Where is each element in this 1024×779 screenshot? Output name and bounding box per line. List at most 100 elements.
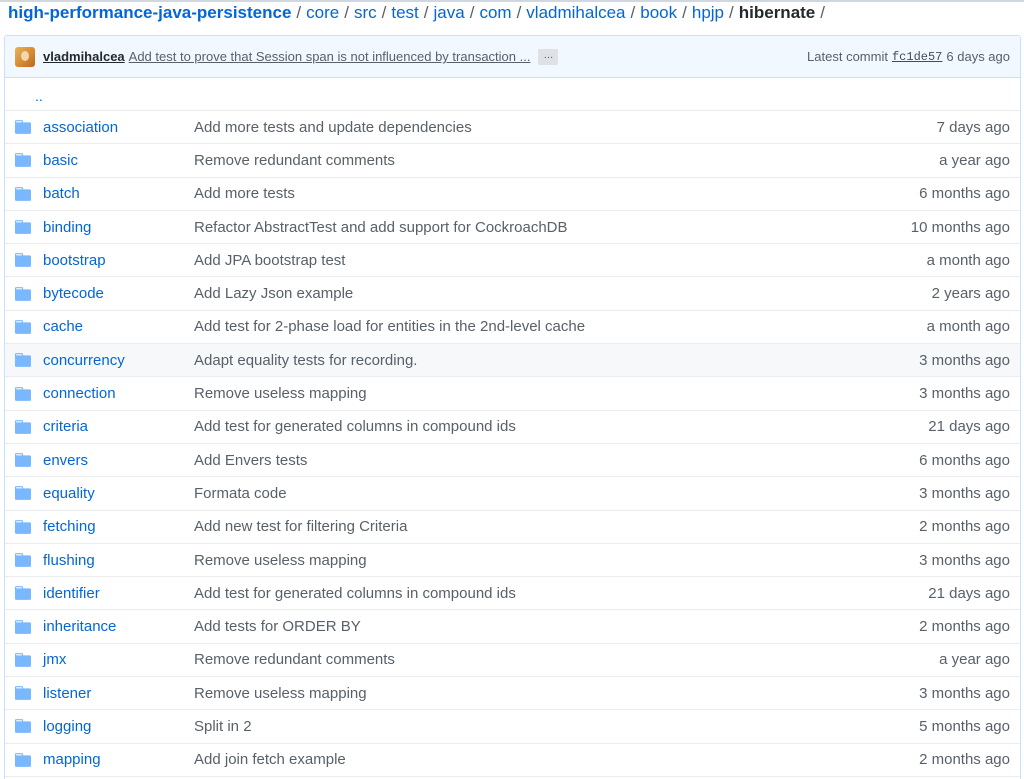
- folder-link[interactable]: association: [43, 119, 118, 136]
- commit-message[interactable]: Remove redundant comments: [194, 651, 810, 668]
- folder-link[interactable]: bootstrap: [43, 252, 106, 269]
- file-browser: vladmihalcea Add test to prove that Sess…: [4, 35, 1021, 779]
- commit-message[interactable]: Add join fetch example: [194, 751, 810, 768]
- commit-message[interactable]: Add Envers tests: [194, 452, 810, 469]
- folder-icon: [5, 686, 43, 701]
- commit-age: 6 months ago: [919, 185, 1010, 203]
- folder-link[interactable]: basic: [43, 152, 78, 169]
- folder-icon: [5, 220, 43, 234]
- folder-link[interactable]: bytecode: [43, 285, 104, 302]
- commit-message[interactable]: Add Lazy Json example: [194, 285, 810, 302]
- commit-age: 21 days ago: [928, 418, 1010, 436]
- commit-message[interactable]: Add more tests: [194, 185, 810, 202]
- commit-message[interactable]: Add JPA bootstrap test: [194, 252, 810, 269]
- commit-message[interactable]: Add test for generated columns in compou…: [194, 418, 810, 435]
- folder-link[interactable]: mapping: [43, 751, 101, 768]
- folder-link[interactable]: jmx: [43, 651, 66, 668]
- file-row[interactable]: flushing Remove useless mapping 3 months a…: [5, 544, 1020, 578]
- commit-message[interactable]: Refactor AbstractTest and add support fo…: [194, 219, 810, 236]
- folder-link[interactable]: inheritance: [43, 618, 116, 635]
- file-row[interactable]: mapping Add join fetch example 2 months ag…: [5, 744, 1020, 777]
- commit-message[interactable]: Formata code: [194, 485, 810, 502]
- file-row[interactable]: binding Refactor AbstractTest and add sup…: [5, 211, 1020, 245]
- breadcrumb-link-com[interactable]: com: [479, 3, 511, 22]
- commit-message[interactable]: Remove useless mapping: [194, 685, 810, 702]
- folder-link[interactable]: logging: [43, 718, 91, 735]
- commit-author-link[interactable]: vladmihalcea: [43, 49, 125, 64]
- file-row[interactable]: cache Add test for 2-phase load for entit…: [5, 311, 1020, 345]
- file-row[interactable]: logging Split in 2 5 months ago: [5, 710, 1020, 744]
- commit-age: 3 months ago: [919, 385, 1010, 403]
- parent-directory-row[interactable]: ..: [5, 78, 1020, 111]
- folder-link[interactable]: binding: [43, 219, 91, 236]
- latest-commit-bar: vladmihalcea Add test to prove that Sess…: [5, 36, 1020, 78]
- file-row[interactable]: association Add more tests and update dep…: [5, 111, 1020, 145]
- breadcrumb-link-book[interactable]: book: [640, 3, 677, 22]
- folder-link[interactable]: criteria: [43, 418, 88, 435]
- file-row[interactable]: equality Formata code 3 months ago: [5, 477, 1020, 511]
- commit-message[interactable]: Add tests for ORDER BY: [194, 618, 810, 635]
- folder-link[interactable]: envers: [43, 452, 88, 469]
- folder-icon: [5, 553, 43, 567]
- folder-icon: [5, 253, 43, 268]
- file-row[interactable]: jmx Remove redundant comments a year ago: [5, 644, 1020, 678]
- parent-directory-link[interactable]: ..: [35, 88, 43, 104]
- file-row[interactable]: envers Add Envers tests 6 months ago: [5, 444, 1020, 478]
- file-row[interactable]: fetching Add new test for filtering Crite…: [5, 511, 1020, 544]
- folder-icon: [5, 153, 43, 168]
- commit-message[interactable]: Split in 2: [194, 718, 810, 735]
- breadcrumb-separator: /: [469, 3, 475, 22]
- commit-message[interactable]: Add test for 2-phase load for entities i…: [194, 318, 810, 335]
- folder-link[interactable]: identifier: [43, 585, 100, 602]
- commit-age: a year ago: [939, 651, 1010, 669]
- breadcrumb-link-hpjp[interactable]: hpjp: [692, 3, 724, 22]
- folder-link[interactable]: fetching: [43, 518, 96, 535]
- commit-age: 7 days ago: [936, 118, 1010, 136]
- breadcrumb-link-java[interactable]: java: [434, 3, 465, 22]
- commit-message[interactable]: Remove redundant comments: [194, 152, 810, 169]
- folder-icon: [5, 120, 43, 134]
- commit-message[interactable]: Add more tests and update dependencies: [194, 119, 810, 136]
- folder-icon: [5, 719, 43, 734]
- folder-link[interactable]: flushing: [43, 552, 95, 569]
- commit-message[interactable]: Add test for generated columns in compou…: [194, 585, 810, 602]
- commit-age: 2 months ago: [919, 751, 1010, 769]
- file-row[interactable]: bootstrap Add JPA bootstrap test a month a…: [5, 244, 1020, 278]
- file-row[interactable]: bytecode Add Lazy Json example 2 years ago: [5, 277, 1020, 311]
- breadcrumb-link-vladmihalcea[interactable]: vladmihalcea: [526, 3, 625, 22]
- expand-commit-button[interactable]: …: [538, 48, 559, 65]
- breadcrumb-current: hibernate: [738, 3, 816, 22]
- breadcrumb-link-core[interactable]: core: [306, 3, 339, 22]
- folder-link[interactable]: connection: [43, 385, 116, 402]
- folder-link[interactable]: concurrency: [43, 352, 125, 369]
- breadcrumb-repo-link[interactable]: high-performance-java-persistence: [8, 3, 291, 22]
- folder-link[interactable]: cache: [43, 318, 83, 335]
- file-row[interactable]: batch Add more tests 6 months ago: [5, 178, 1020, 211]
- commit-sha-link[interactable]: fc1de57: [892, 50, 942, 64]
- commit-message[interactable]: Add new test for filtering Criteria: [194, 518, 810, 535]
- file-row[interactable]: criteria Add test for generated columns i…: [5, 411, 1020, 444]
- folder-link[interactable]: equality: [43, 485, 95, 502]
- folder-icon: [5, 619, 43, 634]
- commit-message-link[interactable]: Add test to prove that Session span is n…: [129, 49, 531, 64]
- commit-age: 3 months ago: [919, 484, 1010, 502]
- commit-age: a year ago: [939, 151, 1010, 169]
- file-row[interactable]: inheritance Add tests for ORDER BY 2 month…: [5, 610, 1020, 644]
- commit-message[interactable]: Adapt equality tests for recording.: [194, 352, 810, 369]
- folder-link[interactable]: listener: [43, 685, 91, 702]
- file-row[interactable]: connection Remove useless mapping 3 months…: [5, 377, 1020, 411]
- file-list: association Add more tests and update dep…: [5, 111, 1020, 777]
- folder-link[interactable]: batch: [43, 185, 80, 202]
- commit-message[interactable]: Remove useless mapping: [194, 552, 810, 569]
- file-row[interactable]: concurrency Adapt equality tests for reco…: [5, 344, 1020, 378]
- file-row[interactable]: listener Remove useless mapping 3 months a…: [5, 677, 1020, 711]
- breadcrumb-link-src[interactable]: src: [354, 3, 377, 22]
- avatar[interactable]: [15, 46, 35, 67]
- file-row[interactable]: identifier Add test for generated columns…: [5, 577, 1020, 611]
- folder-icon: [5, 486, 43, 501]
- commit-message[interactable]: Remove useless mapping: [194, 385, 810, 402]
- folder-icon: [5, 453, 43, 467]
- breadcrumb-link-test[interactable]: test: [391, 3, 418, 22]
- file-row[interactable]: basic Remove redundant comments a year ago: [5, 144, 1020, 178]
- commit-age: 2 months ago: [919, 618, 1010, 636]
